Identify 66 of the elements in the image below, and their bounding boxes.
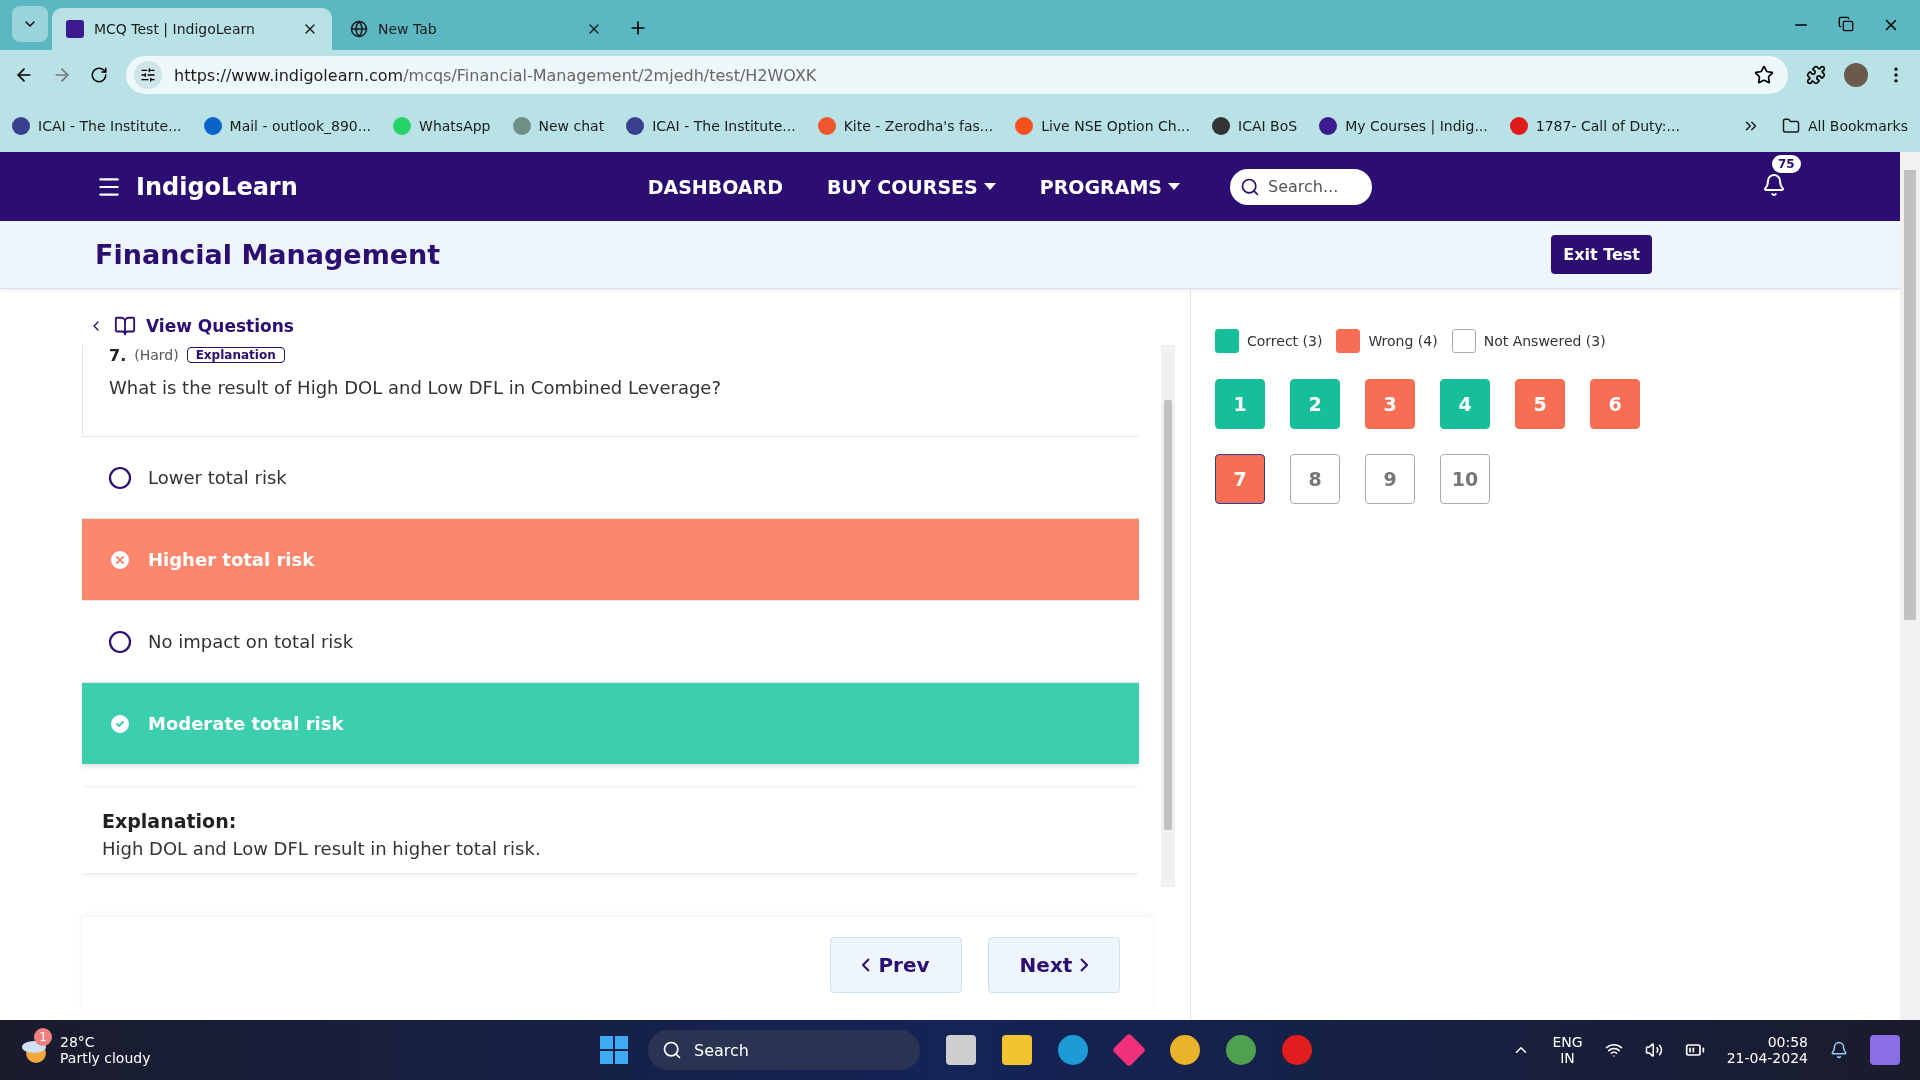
prev-button[interactable]: Prev [830, 936, 962, 993]
reload-icon[interactable] [90, 66, 108, 84]
radio-icon [108, 465, 132, 490]
browser-tab[interactable]: New Tab [336, 8, 616, 50]
search-icon [662, 1040, 682, 1060]
view-questions-link[interactable]: View Questions [88, 315, 1190, 337]
bookmark-item[interactable]: WhatsApp [393, 117, 491, 135]
chevron-right-icon [1080, 957, 1089, 972]
bell-icon[interactable] [1762, 172, 1786, 197]
start-icon[interactable] [600, 1036, 628, 1064]
question-number: 7. [109, 345, 127, 365]
question-number-button[interactable]: 10 [1440, 454, 1490, 504]
browser-tab[interactable]: MCQ Test | IndigoLearn [52, 8, 332, 50]
scrollbar[interactable] [1161, 345, 1175, 887]
bookmark-item[interactable]: ICAI - The Institute... [12, 117, 182, 135]
explanation-tag: Explanation [186, 347, 285, 363]
globe-icon [350, 20, 368, 38]
temperature-text: 28°C [60, 1034, 96, 1050]
clock[interactable]: 00:58 21-04-2024 [1726, 1034, 1808, 1066]
volume-icon[interactable] [1644, 1041, 1663, 1059]
all-bookmarks-item[interactable]: All Bookmarks [1781, 117, 1908, 135]
bookmark-item[interactable]: ICAI BoS [1212, 117, 1298, 135]
language-indicator[interactable]: ENG IN [1552, 1034, 1583, 1066]
bookmark-item[interactable]: Mail - outlook_890... [203, 117, 372, 135]
legend-item: Wrong (4) [1336, 329, 1438, 353]
answer-option[interactable]: No impact on total risk [82, 600, 1139, 682]
site-favicon-icon [66, 20, 84, 38]
question-text: What is the result of High DOL and Low DFL in Combined Leverage? [109, 377, 722, 400]
chevron-left-icon [862, 957, 871, 972]
restore-icon[interactable] [1838, 16, 1854, 32]
taskbar-search[interactable]: Search [648, 1030, 920, 1070]
brand-logo: IndigoLearn [136, 172, 298, 201]
radio-icon [108, 629, 132, 654]
scrollbar[interactable] [1900, 152, 1920, 1020]
explanation-text: High DOL and Low DFL result in higher total risk. [102, 838, 542, 859]
address-bar[interactable]: https://www.indigolearn.com/mcqs/Financial-Management/2mjedh/test/H2WOXK [126, 56, 1788, 94]
bookmark-item[interactable]: Kite - Zerodha's fas... [817, 117, 994, 135]
notification-badge: 1 [34, 1028, 52, 1046]
difficulty-label: (Hard) [134, 347, 179, 363]
bookmark-item[interactable]: 1787- Call of Duty:... [1509, 117, 1680, 135]
nav-link[interactable]: DASHBOARD [647, 175, 783, 198]
wifi-icon[interactable] [1604, 1041, 1623, 1059]
bookmark-item[interactable]: New chat [512, 117, 605, 135]
legend-item: Correct (3) [1215, 329, 1323, 353]
nav-link[interactable]: BUY COURSES [826, 175, 996, 198]
extensions-icon[interactable] [1806, 65, 1826, 85]
bookmark-star-icon[interactable] [1754, 65, 1774, 85]
bookmark-item[interactable]: ICAI - The Institute... [626, 117, 796, 135]
legend-item: Not Answered (3) [1451, 329, 1606, 353]
bookmark-item[interactable]: My Courses | Indig... [1319, 117, 1488, 135]
exit-test-button[interactable]: Exit Test [1551, 235, 1652, 274]
notification-badge: 75 [1772, 154, 1801, 173]
book-icon [114, 315, 136, 337]
question-number-button[interactable]: 9 [1365, 454, 1415, 504]
question-number-button[interactable]: 8 [1290, 454, 1340, 504]
next-button[interactable]: Next [988, 936, 1120, 993]
explanation-heading: Explanation: [102, 810, 238, 832]
bell-icon[interactable] [1830, 1041, 1848, 1059]
profile-avatar[interactable] [1844, 63, 1868, 87]
weather-text: Partly cloudy [60, 1050, 151, 1066]
site-settings-icon[interactable] [134, 61, 162, 89]
answer-option[interactable]: Lower total risk [82, 436, 1139, 518]
nav-link[interactable]: PROGRAMS [1039, 175, 1180, 198]
search-field[interactable]: Search... [1230, 168, 1372, 205]
page-title: Financial Management [95, 239, 441, 270]
bookmark-item[interactable]: Live NSE Option Ch... [1015, 117, 1190, 135]
